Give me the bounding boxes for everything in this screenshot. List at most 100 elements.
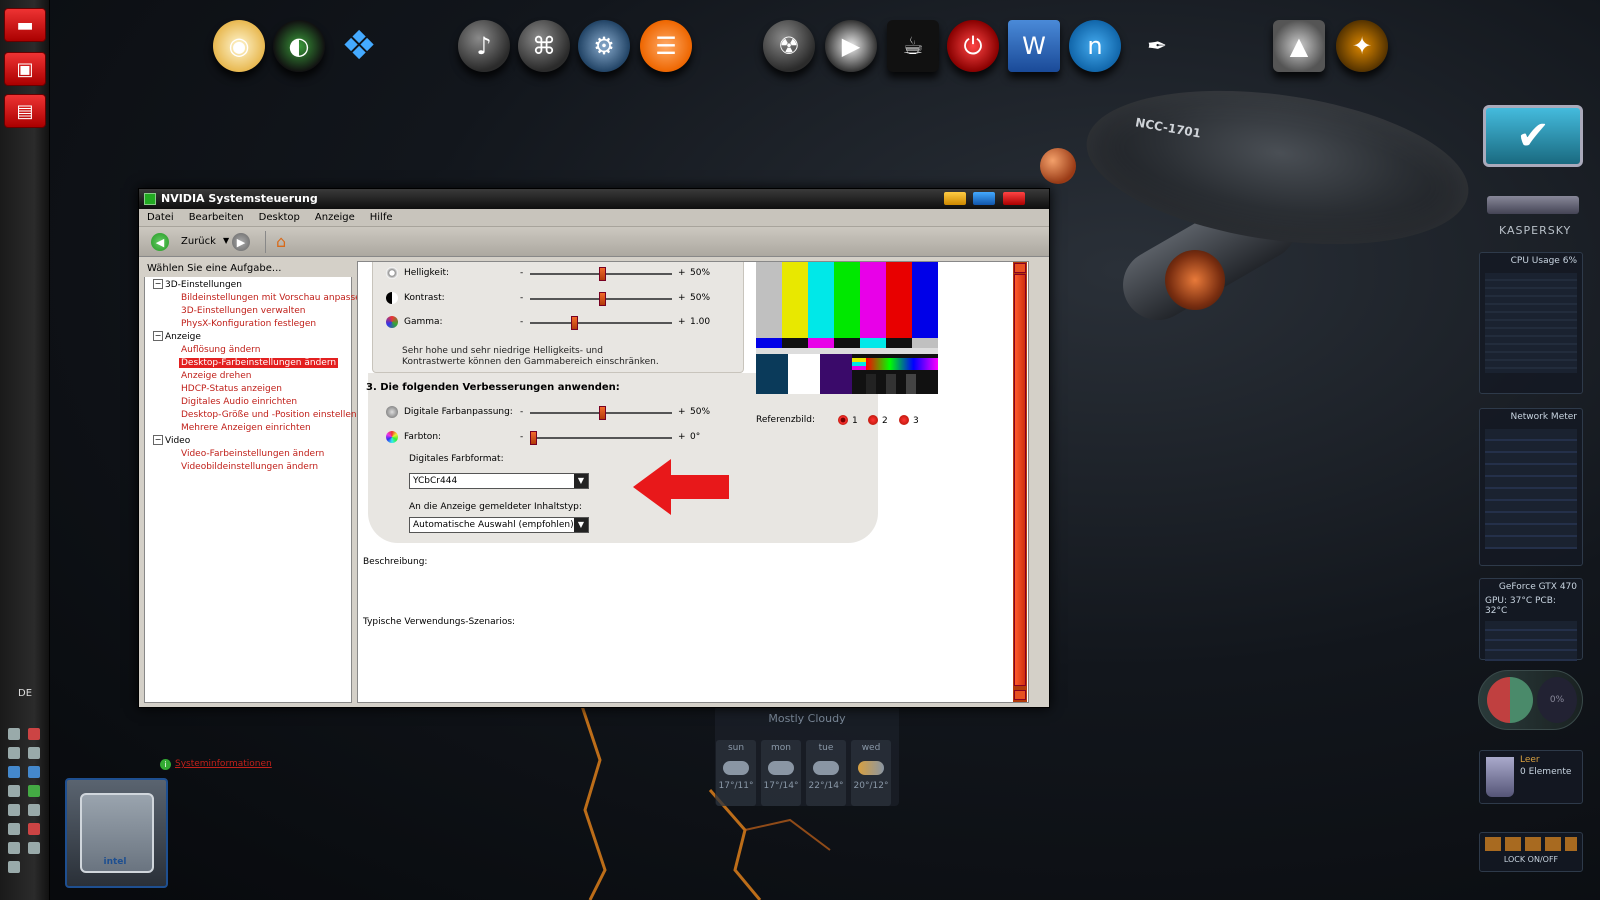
slider-track[interactable]	[530, 437, 672, 439]
dirt-game-icon[interactable]: ▲	[1273, 20, 1325, 72]
chevron-down-icon[interactable]: ▼	[574, 474, 588, 488]
task-link[interactable]: Anzeige drehen	[181, 371, 251, 381]
back-arrow-icon[interactable]: ◀	[151, 233, 169, 251]
lock-buttons[interactable]	[1485, 837, 1577, 851]
slider-thumb[interactable]	[571, 316, 579, 330]
tray-icon[interactable]	[28, 804, 40, 816]
color-format-select[interactable]: YCbCr444 ▼	[409, 473, 589, 489]
chevron-down-icon[interactable]: ▼	[574, 518, 588, 532]
close-button[interactable]	[1003, 192, 1025, 205]
menu-bearbeiten[interactable]: Bearbeiten	[181, 209, 251, 223]
n-app-icon[interactable]: n	[1069, 20, 1121, 72]
word-icon[interactable]: W	[1008, 20, 1060, 72]
network-icon[interactable]: ⌘	[518, 20, 570, 72]
task-link-selected[interactable]: Desktop-Farbeinstellungen ändern	[179, 358, 339, 368]
reference-radio-1[interactable]: 1	[838, 415, 858, 426]
task-link[interactable]: 3D-Einstellungen verwalten	[181, 306, 305, 316]
taskbar-button-nvidia[interactable]: ▤	[4, 94, 46, 128]
tray-icon[interactable]	[28, 842, 40, 854]
tray-icon[interactable]	[8, 823, 20, 835]
reference-radio-2[interactable]: 2	[868, 415, 888, 426]
back-button-label[interactable]: Zurück	[181, 236, 216, 247]
tray-icon[interactable]	[8, 804, 20, 816]
scroll-down-button[interactable]	[1014, 690, 1026, 700]
slider-thumb[interactable]	[599, 292, 606, 306]
cpu-gadget[interactable]: CPU Usage 6%	[1479, 252, 1583, 394]
intel-gadget[interactable]: intel	[65, 778, 168, 888]
tray-icon[interactable]	[8, 766, 20, 778]
paint-icon[interactable]: ◉	[213, 20, 265, 72]
task-link[interactable]: Video-Farbeinstellungen ändern	[181, 449, 324, 459]
task-link[interactable]: HDCP-Status anzeigen	[181, 384, 282, 394]
tree-category-anzeige[interactable]: Anzeige	[153, 331, 201, 342]
game-icon[interactable]: ✦	[1336, 20, 1388, 72]
lock-gadget[interactable]: LOCK ON/OFF	[1479, 832, 1583, 872]
language-indicator[interactable]: DE	[18, 688, 32, 699]
slider-thumb[interactable]	[599, 267, 606, 281]
task-link[interactable]: Videobildeinstellungen ändern	[181, 462, 318, 472]
window-titlebar[interactable]: NVIDIA Systemsteuerung	[139, 189, 1049, 209]
tray-icon[interactable]	[8, 785, 20, 797]
slider-thumb[interactable]	[599, 406, 606, 420]
task-link[interactable]: Desktop-Größe und -Position einstellen	[181, 410, 357, 420]
home-icon[interactable]: ⌂	[276, 232, 286, 251]
windows-icon[interactable]: ❖	[333, 20, 385, 72]
menu-datei[interactable]: Datei	[139, 209, 181, 223]
tray-icon[interactable]	[8, 842, 20, 854]
tree-category-video[interactable]: Video	[152, 435, 190, 446]
reference-label: Referenzbild:	[756, 415, 816, 425]
guitar-icon[interactable]: ♪	[458, 20, 510, 72]
task-link[interactable]: Mehrere Anzeigen einrichten	[181, 423, 311, 433]
menu-anzeige[interactable]: Anzeige	[307, 209, 362, 223]
browser-icon[interactable]: ◐	[273, 20, 325, 72]
radiation-icon[interactable]: ☢	[763, 20, 815, 72]
maximize-button[interactable]	[973, 192, 995, 205]
gpu-gadget[interactable]: GeForce GTX 470 GPU: 37°C PCB: 32°C	[1479, 578, 1583, 661]
task-link[interactable]: PhysX-Konfiguration festlegen	[181, 319, 316, 329]
task-panel-header: Wählen Sie eine Aufgabe...	[144, 261, 352, 277]
forward-arrow-icon[interactable]: ▶	[232, 233, 250, 251]
intel-logo: intel	[103, 857, 127, 867]
tray-icon[interactable]	[8, 861, 20, 873]
settings-icon[interactable]: ⚙	[578, 20, 630, 72]
tree-category-3d[interactable]: 3D-Einstellungen	[153, 279, 242, 290]
kaspersky-status-icon[interactable]: ✔	[1483, 105, 1583, 167]
content-type-select[interactable]: Automatische Auswahl (empfohlen) ▼	[409, 517, 589, 533]
tray-icon[interactable]	[8, 747, 20, 759]
chevron-down-icon[interactable]: ▼	[223, 236, 229, 245]
tray-icon[interactable]	[28, 823, 40, 835]
power-icon[interactable]: ⏻	[947, 20, 999, 72]
media-player-icon[interactable]: ▶	[825, 20, 877, 72]
weather-day-name: mon	[771, 743, 791, 753]
menu-hilfe[interactable]: Hilfe	[362, 209, 400, 223]
tray-icon[interactable]	[8, 728, 20, 740]
tray-icon[interactable]	[28, 785, 40, 797]
menu-icon[interactable]: ☰	[640, 20, 692, 72]
vertical-scrollbar[interactable]	[1013, 262, 1027, 702]
coffee-icon[interactable]: ☕	[887, 20, 939, 72]
slider-track[interactable]	[530, 322, 672, 324]
task-link[interactable]: Digitales Audio einrichten	[181, 397, 297, 407]
gauge-gadget[interactable]: 0%	[1478, 670, 1583, 730]
slider-value: 50%	[690, 407, 711, 417]
reference-radio-3[interactable]: 3	[899, 415, 919, 426]
tray-icon[interactable]	[28, 766, 40, 778]
quill-icon[interactable]: ✒	[1131, 20, 1183, 72]
content-type-value: Automatische Auswahl (empfohlen)	[413, 520, 574, 530]
tray-icon[interactable]	[28, 728, 40, 740]
recycle-bin-gadget[interactable]: Leer 0 Elemente	[1479, 750, 1583, 804]
slider-thumb[interactable]	[530, 431, 537, 445]
scroll-up-button[interactable]	[1014, 263, 1026, 273]
slider-value: 50%	[690, 268, 711, 278]
slider-label: Helligkeit:	[404, 268, 450, 278]
systeminformationen-link[interactable]: Systeminformationen	[175, 759, 272, 769]
kaspersky-toolbar[interactable]	[1487, 196, 1579, 214]
menu-desktop[interactable]: Desktop	[251, 209, 307, 223]
task-link[interactable]: Auflösung ändern	[181, 345, 260, 355]
task-link[interactable]: Bildeinstellungen mit Vorschau anpassen	[181, 293, 366, 303]
minimize-button[interactable]	[944, 192, 966, 205]
network-gadget[interactable]: Network Meter	[1479, 408, 1583, 566]
scroll-thumb[interactable]	[1014, 274, 1026, 686]
tray-icon[interactable]	[28, 747, 40, 759]
radio-dot-icon	[838, 415, 848, 425]
